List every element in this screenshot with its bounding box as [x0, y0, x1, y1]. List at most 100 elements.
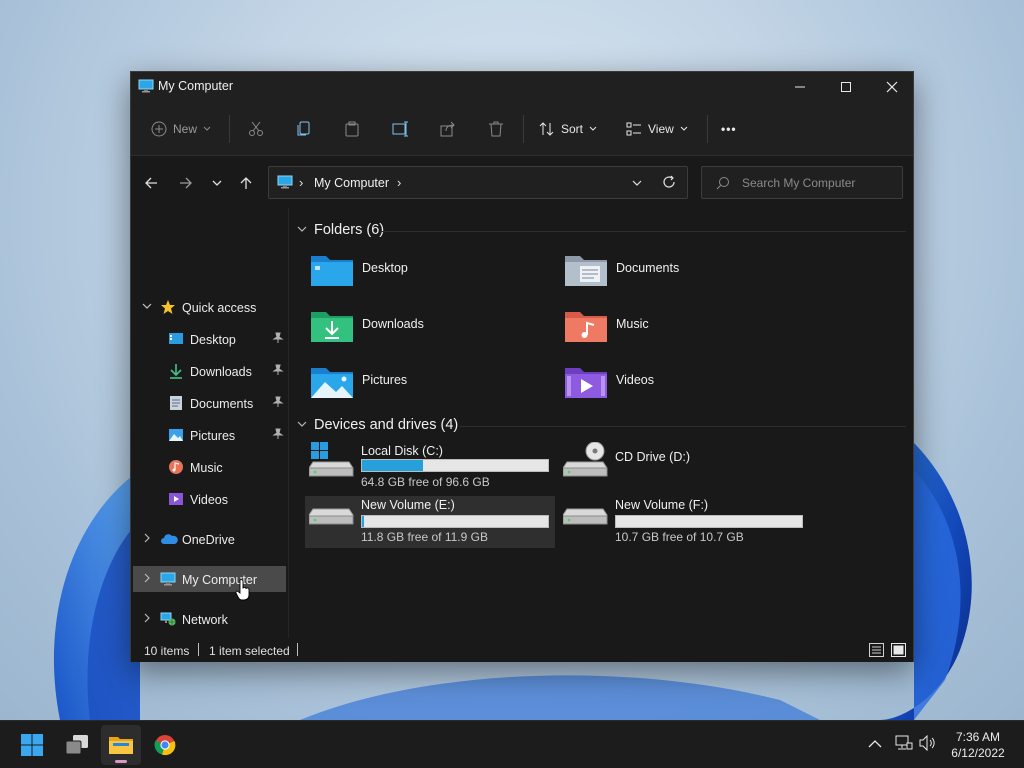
chevron-down-icon [296, 418, 312, 433]
sidebar-item-label: Desktop [190, 333, 236, 347]
pane-divider[interactable] [288, 208, 289, 638]
folders-group-header[interactable]: Folders (6) [296, 222, 384, 238]
pin-icon [272, 364, 284, 379]
new-button[interactable]: New [151, 118, 211, 140]
sidebar-item-onedrive[interactable]: OneDrive [133, 526, 286, 552]
chevron-right-icon[interactable] [141, 532, 153, 547]
sidebar-item-documents[interactable]: Documents [133, 390, 286, 416]
back-button[interactable] [140, 172, 162, 194]
sidebar-item-music[interactable]: Music [133, 454, 286, 480]
clock[interactable]: 7:36 AM 6/12/2022 [940, 729, 1016, 761]
sidebar-item-label: Music [190, 461, 223, 475]
sidebar-item-label: Network [182, 613, 228, 627]
taskbar: 7:36 AM 6/12/2022 [0, 720, 1024, 768]
computer-icon [138, 78, 154, 97]
minimize-button[interactable] [777, 72, 823, 102]
sidebar-item-quick-access[interactable]: Quick access [133, 294, 286, 320]
trash-icon [489, 121, 503, 137]
chevron-down-icon[interactable] [141, 300, 153, 315]
folder-tile-desktop[interactable]: Desktop [306, 252, 554, 304]
copy-button[interactable] [296, 118, 312, 140]
drive-usage-fill [362, 460, 424, 471]
cut-button[interactable] [248, 118, 264, 140]
drive-tile-d[interactable]: CD Drive (D:) [559, 441, 809, 494]
sidebar-item-downloads[interactable]: Downloads [133, 358, 286, 384]
view-button[interactable]: View [626, 118, 688, 140]
windows-logo-icon [21, 734, 43, 756]
file-explorer-taskbar-button[interactable] [101, 725, 141, 765]
copy-icon [297, 121, 310, 136]
drive-tile-c[interactable]: Local Disk (C:) 64.8 GB free of 96.6 GB [305, 442, 555, 494]
folder-tile-downloads[interactable]: Downloads [306, 308, 554, 360]
chevron-up-icon [868, 740, 882, 748]
tiles-view-button[interactable] [891, 643, 906, 660]
sidebar-item-desktop[interactable]: Desktop [133, 326, 286, 352]
documents-icon [168, 395, 184, 414]
chevron-right-icon[interactable] [141, 572, 153, 587]
sort-button[interactable]: Sort [539, 118, 597, 140]
desktop-folder-icon [310, 252, 354, 291]
delete-button[interactable] [488, 118, 504, 140]
windows-drive-icon [308, 442, 355, 481]
folder-tile-pictures[interactable]: Pictures [306, 364, 554, 416]
drives-group-header[interactable]: Devices and drives (4) [296, 417, 458, 433]
share-button[interactable] [440, 118, 456, 140]
downloads-folder-icon [310, 308, 354, 347]
paste-button[interactable] [344, 118, 360, 140]
sidebar-item-network[interactable]: Network [133, 606, 286, 632]
folder-icon [109, 737, 133, 754]
rename-icon [392, 121, 408, 137]
search-icon [716, 176, 730, 193]
volume-button[interactable] [919, 734, 937, 754]
search-box[interactable]: Search My Computer [701, 166, 903, 199]
title-bar[interactable]: My Computer [131, 72, 913, 102]
address-bar[interactable]: › My Computer › [268, 166, 688, 199]
chevron-right-icon[interactable] [141, 612, 153, 627]
tiles-view-icon [891, 643, 906, 657]
pin-icon [272, 332, 284, 347]
folder-tile-documents[interactable]: Documents [560, 252, 808, 304]
drive-tile-f[interactable]: New Volume (F:) 10.7 GB free of 10.7 GB [559, 496, 809, 548]
status-separator [297, 643, 298, 656]
more-options-button[interactable]: ••• [721, 118, 737, 140]
close-button[interactable] [869, 72, 915, 102]
speaker-icon [919, 734, 935, 752]
clock-date: 6/12/2022 [951, 746, 1005, 760]
running-indicator [115, 760, 127, 763]
sidebar-item-my-computer[interactable]: My Computer [133, 566, 286, 592]
show-hidden-icons-button[interactable] [868, 738, 882, 752]
desktop-icon [168, 331, 184, 350]
plus-circle-icon [151, 121, 167, 137]
separator [229, 115, 230, 143]
folder-tile-videos[interactable]: Videos [560, 364, 808, 416]
item-count: 10 items [144, 644, 190, 658]
sidebar-item-pictures[interactable]: Pictures [133, 422, 286, 448]
chrome-taskbar-button[interactable] [145, 725, 185, 765]
rename-button[interactable] [392, 118, 410, 140]
forward-button[interactable] [175, 172, 197, 194]
recent-locations-button[interactable] [206, 172, 228, 194]
folder-name: Desktop [362, 261, 408, 275]
pin-icon [272, 428, 284, 443]
start-button[interactable] [12, 725, 52, 765]
drive-free-space: 10.7 GB free of 10.7 GB [615, 530, 744, 544]
up-button[interactable] [235, 172, 257, 194]
drive-icon [562, 508, 609, 529]
maximize-button[interactable] [823, 72, 869, 102]
breadcrumb-separator[interactable]: › [397, 175, 401, 190]
command-bar: New Sort View ••• [131, 102, 913, 156]
refresh-button[interactable] [662, 175, 676, 192]
share-icon [440, 121, 455, 137]
details-view-button[interactable] [869, 643, 884, 660]
breadcrumb-separator: › [299, 175, 304, 190]
drive-tile-e[interactable]: New Volume (E:) 11.8 GB free of 11.9 GB [305, 496, 555, 548]
address-dropdown-button[interactable] [631, 177, 643, 192]
folder-name: Music [616, 317, 649, 331]
breadcrumb-my-computer[interactable]: My Computer [314, 176, 389, 190]
sidebar-item-videos[interactable]: Videos [133, 486, 286, 512]
music-icon [168, 459, 184, 478]
network-status-button[interactable] [895, 735, 913, 754]
computer-icon [277, 174, 293, 193]
folder-tile-music[interactable]: Music [560, 308, 808, 360]
task-view-button[interactable] [57, 725, 97, 765]
